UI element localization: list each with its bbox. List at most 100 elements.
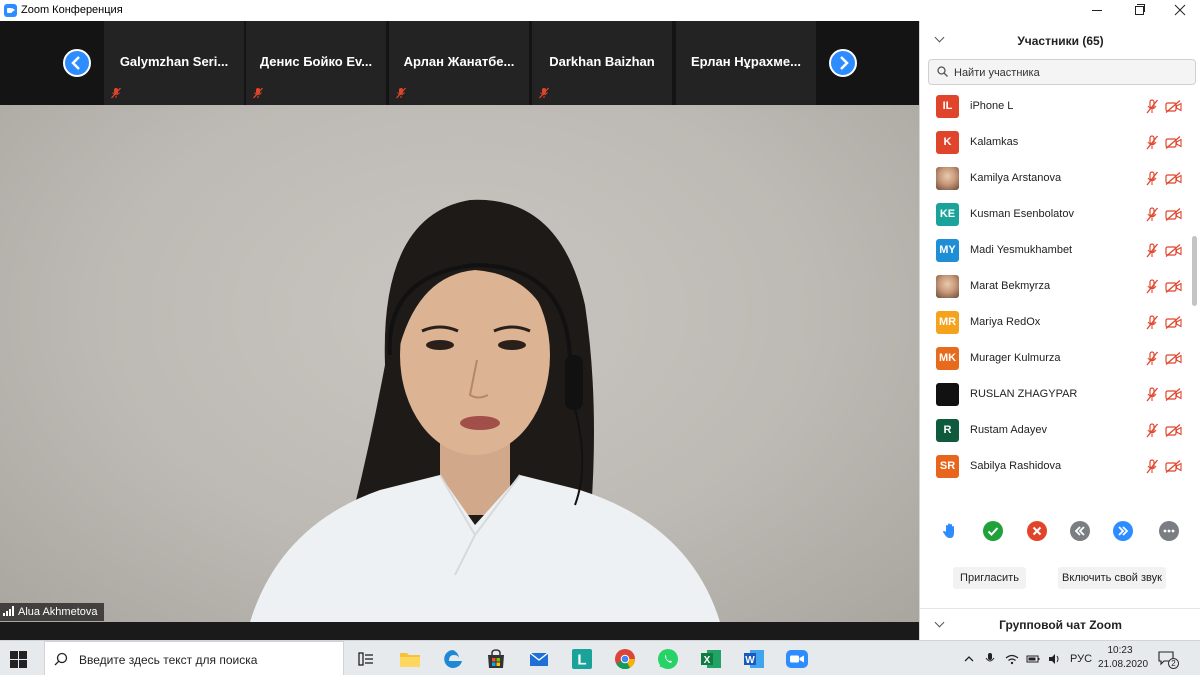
taskbar-search-box[interactable]: Введите здесь текст для поиска <box>44 641 344 675</box>
muted-mic-icon[interactable] <box>1145 207 1159 222</box>
excel-icon[interactable]: X <box>699 647 723 671</box>
muted-mic-icon[interactable] <box>1145 279 1159 294</box>
video-thumbnail[interactable]: Galymzhan Seri... <box>104 21 244 105</box>
taskbar-search-placeholder: Введите здесь текст для поиска <box>79 653 258 667</box>
participant-row[interactable]: RUSLAN ZHAGYPAR <box>920 377 1190 413</box>
muted-mic-icon <box>539 87 549 99</box>
muted-mic-icon[interactable] <box>1145 423 1159 438</box>
participant-row[interactable]: MR Mariya RedOx <box>920 305 1190 341</box>
active-speaker-video[interactable] <box>0 105 919 622</box>
muted-mic-icon[interactable] <box>1145 351 1159 366</box>
rewind-icon <box>1074 526 1085 536</box>
participant-row[interactable]: KE Kusman Esenbolatov <box>920 197 1190 233</box>
lingualeo-icon[interactable]: L <box>570 647 594 671</box>
video-off-icon[interactable] <box>1165 244 1182 257</box>
check-icon <box>987 527 999 536</box>
participant-row[interactable]: MK Murager Kulmurza <box>920 341 1190 377</box>
invite-button[interactable]: Пригласить <box>953 567 1026 589</box>
muted-mic-icon[interactable] <box>1145 387 1159 402</box>
mail-icon[interactable] <box>527 647 551 671</box>
thumbnail-strip: Galymzhan Seri... Денис Бойко Ev... Арла… <box>0 21 919 105</box>
video-thumbnail[interactable]: Арлан Жанатбе... <box>389 21 529 105</box>
volume-icon[interactable] <box>1048 653 1062 665</box>
muted-mic-icon[interactable] <box>1145 315 1159 330</box>
more-icon <box>1163 529 1175 533</box>
close-button[interactable] <box>1165 0 1195 21</box>
muted-mic-icon <box>253 87 263 99</box>
muted-mic-icon[interactable] <box>1145 99 1159 114</box>
input-language[interactable]: РУС <box>1070 653 1092 665</box>
participant-row[interactable]: K Kalamkas <box>920 125 1190 161</box>
video-thumbnail[interactable]: Денис Бойко Ev... <box>246 21 386 105</box>
participant-name: Marat Bekmyrza <box>970 280 1051 292</box>
video-off-icon[interactable] <box>1165 316 1182 329</box>
x-icon <box>1032 526 1042 536</box>
chat-header[interactable]: Групповой чат Zoom <box>920 608 1200 640</box>
muted-mic-icon[interactable] <box>1145 459 1159 474</box>
task-view-icon[interactable] <box>354 647 378 671</box>
minimize-button[interactable] <box>1082 0 1112 21</box>
participant-name: Kalamkas <box>970 136 1019 148</box>
store-icon[interactable] <box>484 647 508 671</box>
windows-start-icon[interactable] <box>10 651 27 668</box>
participant-search[interactable] <box>928 59 1196 85</box>
participant-row[interactable]: MY Madi Yesmukhambet <box>920 233 1190 269</box>
chevron-left-icon <box>71 56 80 70</box>
participant-row[interactable]: IL iPhone L <box>920 89 1190 125</box>
raise-hand-button[interactable] <box>940 521 960 541</box>
video-thumbnail[interactable]: Darkhan Baizhan <box>532 21 672 105</box>
avatar: MY <box>936 239 959 262</box>
yes-button[interactable] <box>983 521 1003 541</box>
participants-header[interactable]: Участники (65) <box>920 21 1200 59</box>
go-slower-button[interactable] <box>1070 521 1090 541</box>
chevron-right-icon <box>840 56 849 70</box>
participant-name: Sabilya Rashidova <box>970 460 1062 472</box>
whatsapp-icon[interactable] <box>656 647 680 671</box>
participant-row[interactable]: Marat Bekmyrza <box>920 269 1190 305</box>
word-icon[interactable]: W <box>742 647 766 671</box>
clock[interactable]: 10:23 21.08.2020 <box>1098 644 1149 672</box>
zoom-app-icon <box>4 4 17 17</box>
chrome-icon[interactable] <box>613 647 637 671</box>
video-off-icon[interactable] <box>1165 280 1182 293</box>
speaker-video-frame <box>250 199 720 622</box>
chevron-up-icon[interactable] <box>962 653 976 665</box>
participant-row[interactable]: Kamilya Arstanova <box>920 161 1190 197</box>
battery-icon[interactable] <box>1026 653 1040 665</box>
window-titlebar: Zoom Конференция <box>0 0 1200 21</box>
previous-page-button[interactable] <box>63 49 91 77</box>
muted-mic-icon[interactable] <box>1145 243 1159 258</box>
more-reactions-button[interactable] <box>1159 521 1179 541</box>
edge-browser-icon[interactable] <box>441 647 465 671</box>
muted-mic-icon[interactable] <box>1145 171 1159 186</box>
network-icon[interactable] <box>1005 653 1019 665</box>
video-off-icon[interactable] <box>1165 208 1182 221</box>
next-page-button[interactable] <box>829 49 857 77</box>
video-off-icon[interactable] <box>1165 352 1182 365</box>
video-thumbnail[interactable]: Ерлан Нұрахме... <box>676 21 816 105</box>
action-center-button[interactable]: 2 <box>1158 650 1179 669</box>
video-off-icon[interactable] <box>1165 172 1182 185</box>
participant-list-scrollbar[interactable] <box>1192 236 1197 306</box>
participant-row[interactable]: SR Sabilya Rashidova <box>920 449 1190 485</box>
restore-button[interactable] <box>1124 0 1154 21</box>
no-button[interactable] <box>1027 521 1047 541</box>
video-off-icon[interactable] <box>1165 424 1182 437</box>
participant-row[interactable]: R Rustam Adayev <box>920 413 1190 449</box>
avatar <box>936 275 959 298</box>
zoom-taskbar-icon[interactable] <box>785 647 809 671</box>
go-faster-button[interactable] <box>1113 521 1133 541</box>
thumbnail-name: Денис Бойко Ev... <box>259 54 373 69</box>
file-explorer-icon[interactable] <box>398 647 422 671</box>
video-off-icon[interactable] <box>1165 100 1182 113</box>
clock-date: 21.08.2020 <box>1098 659 1149 670</box>
microphone-icon[interactable] <box>983 653 997 665</box>
video-off-icon[interactable] <box>1165 460 1182 473</box>
unmute-myself-button[interactable]: Включить свой звук <box>1058 567 1166 589</box>
video-off-icon[interactable] <box>1165 388 1182 401</box>
participant-name: Murager Kulmurza <box>970 352 1061 364</box>
muted-mic-icon[interactable] <box>1145 135 1159 150</box>
participant-search-input[interactable] <box>954 64 1184 81</box>
svg-text:W: W <box>745 655 755 666</box>
video-off-icon[interactable] <box>1165 136 1182 149</box>
